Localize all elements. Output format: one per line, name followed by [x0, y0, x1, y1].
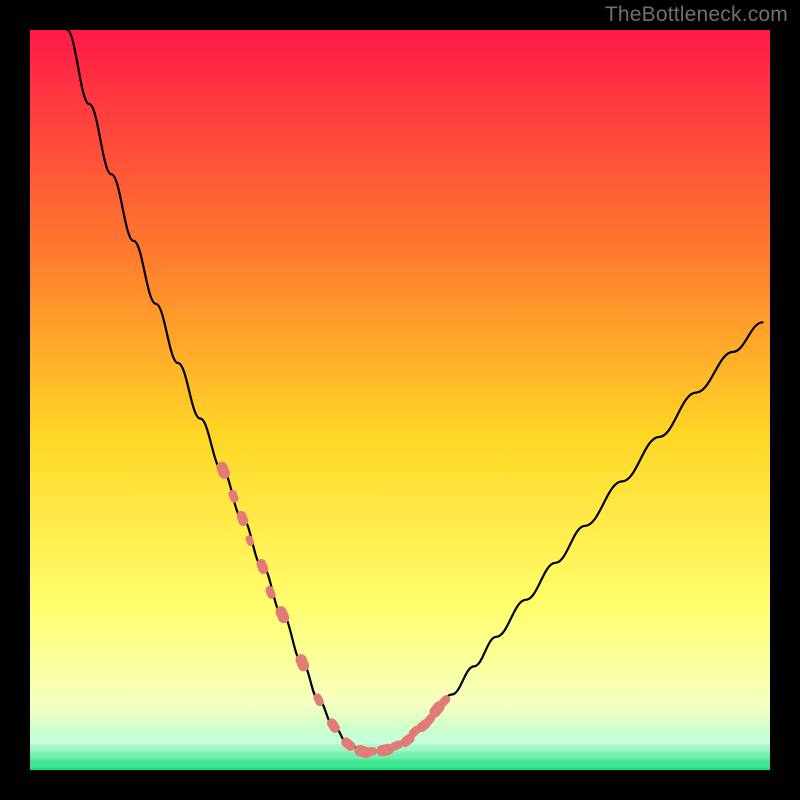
bottleneck-chart [0, 0, 800, 800]
plot-background [30, 30, 770, 770]
gradient-band [30, 759, 770, 768]
chart-frame: TheBottleneck.com [0, 0, 800, 800]
marker-point [364, 747, 378, 756]
